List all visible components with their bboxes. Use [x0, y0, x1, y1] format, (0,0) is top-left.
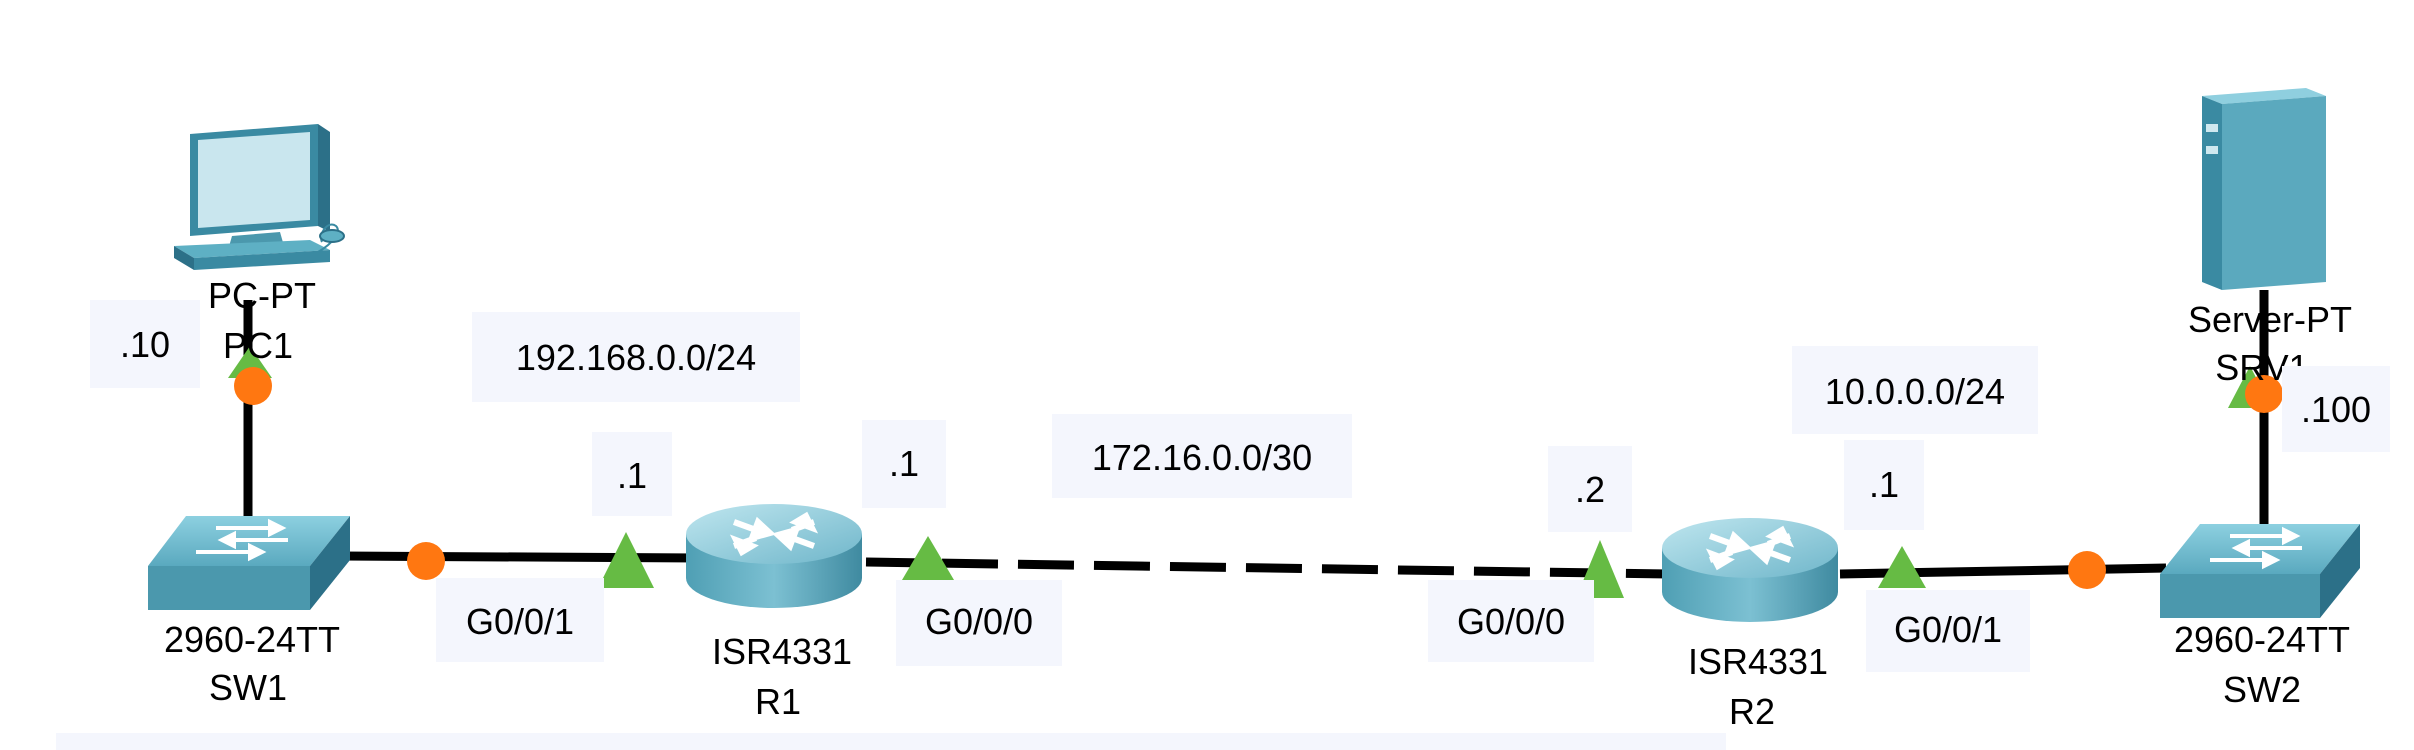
- link-indicator-sw2-port: [2068, 551, 2106, 589]
- server-icon[interactable]: [2202, 88, 2326, 290]
- svg-text:192.168.0.0/24: 192.168.0.0/24: [516, 337, 756, 378]
- note-r1-wan-address[interactable]: .1: [862, 420, 946, 508]
- sw1-model-label: 2960-24TT: [164, 619, 340, 660]
- note-srv1-address[interactable]: .100: [2282, 366, 2390, 452]
- svg-text:G0/0/1: G0/0/1: [466, 601, 574, 642]
- r1-name-label: R1: [755, 681, 801, 722]
- pc1-model-label: PC-PT: [208, 275, 316, 316]
- note-r1-wan-interface[interactable]: G0/0/0: [896, 580, 1062, 666]
- pc-icon[interactable]: [174, 124, 345, 270]
- note-r1-lan-address[interactable]: .1: [592, 432, 672, 516]
- router-icon[interactable]: [686, 504, 862, 608]
- note-pc1-address[interactable]: .10: [90, 300, 200, 388]
- sw2-model-label: 2960-24TT: [2174, 619, 2350, 660]
- svg-text:10.0.0.0/24: 10.0.0.0/24: [1825, 371, 2005, 412]
- svg-text:G0/0/0: G0/0/0: [1457, 601, 1565, 642]
- note-r2-wan-interface[interactable]: G0/0/0: [1428, 580, 1594, 662]
- link-up-indicator-r1-g000: [902, 536, 954, 580]
- switch-icon[interactable]: [2160, 524, 2360, 618]
- link-up-indicator-r2-g001: [1878, 546, 1926, 588]
- svg-text:.2: .2: [1575, 469, 1605, 510]
- r2-model-label: ISR4331: [1688, 641, 1828, 682]
- svg-text:.10: .10: [120, 324, 170, 365]
- note-r1-lan-interface[interactable]: G0/0/1: [436, 578, 604, 662]
- link-r1-r2-wan[interactable]: [865, 557, 1671, 579]
- link-indicator-pc1-port: [234, 367, 272, 405]
- note-lan1-network[interactable]: 192.168.0.0/24: [472, 312, 800, 402]
- sw1-name-label: SW1: [209, 667, 287, 708]
- r1-model-label: ISR4331: [712, 631, 852, 672]
- note-r2-lan-address[interactable]: .1: [1844, 440, 1924, 530]
- srv1-model-label: Server-PT: [2188, 299, 2352, 340]
- svg-text:.100: .100: [2301, 389, 2371, 430]
- link-sw1-r1[interactable]: [339, 551, 701, 563]
- svg-text:172.16.0.0/30: 172.16.0.0/30: [1092, 437, 1312, 478]
- r2-name-label: R2: [1729, 691, 1775, 732]
- network-topology-diagram: PC-PT PC1 2960-24TT SW1 ISR4331 R1 ISR43…: [56, 88, 2390, 750]
- router-icon[interactable]: [1662, 518, 1838, 622]
- pc1-name-label: PC1: [223, 325, 293, 366]
- note-r2-wan-address[interactable]: .2: [1548, 446, 1632, 532]
- svg-text:G0/0/1: G0/0/1: [1894, 609, 2002, 650]
- note-wan-network[interactable]: 172.16.0.0/30: [1052, 414, 1352, 498]
- svg-text:G0/0/0: G0/0/0: [925, 601, 1033, 642]
- note-r2-lan-interface[interactable]: G0/0/1: [1866, 590, 2030, 672]
- switch-icon[interactable]: [148, 516, 350, 610]
- canvas-strip: [56, 733, 1726, 750]
- svg-text:.1: .1: [617, 455, 647, 496]
- svg-text:.1: .1: [889, 443, 919, 484]
- note-lan2-network[interactable]: 10.0.0.0/24: [1792, 346, 2038, 434]
- link-indicator-sw1-port: [407, 542, 445, 580]
- svg-text:.1: .1: [1869, 464, 1899, 505]
- sw2-name-label: SW2: [2223, 669, 2301, 710]
